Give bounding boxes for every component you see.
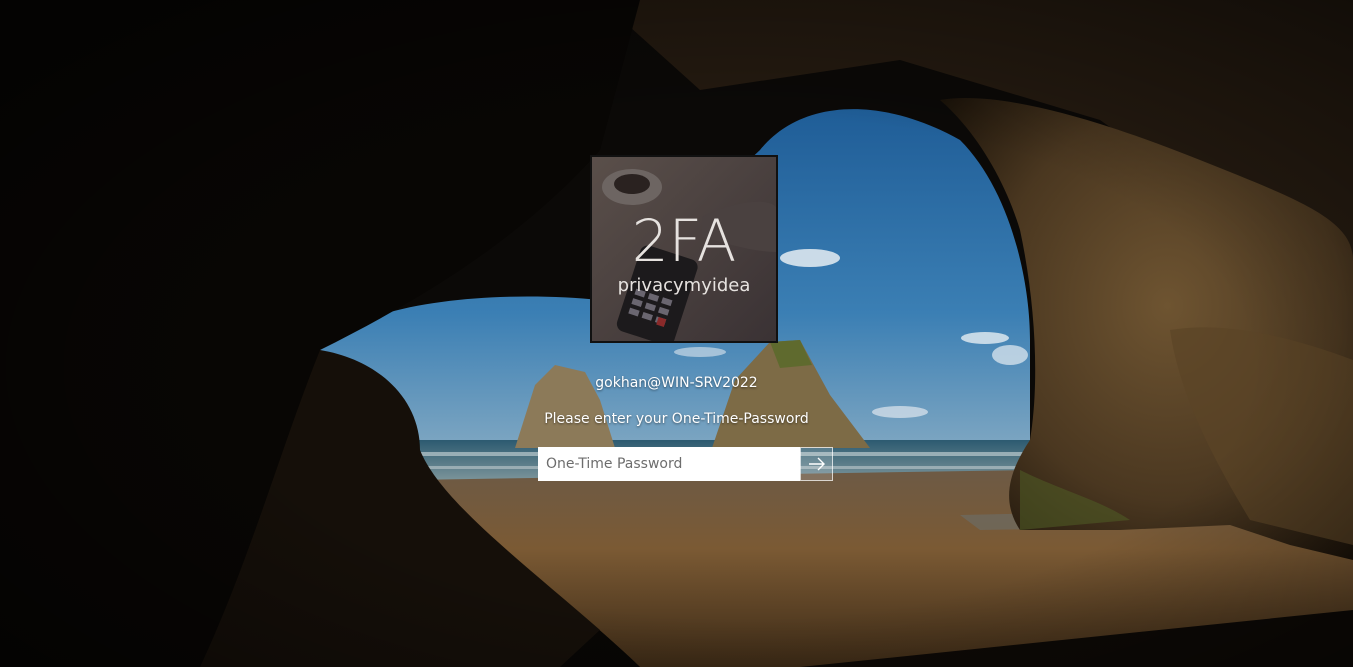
submit-button[interactable] <box>800 447 833 481</box>
privacyidea-logo: 2FA privacymyidea <box>592 157 776 341</box>
otp-form <box>538 447 833 481</box>
user-tile-image: 2FA privacymyidea <box>590 155 778 343</box>
lock-screen: 2FA privacymyidea gokhan@WIN-SRV2022 Ple… <box>0 0 1353 667</box>
arrow-right-icon <box>808 457 825 471</box>
logo-subtitle-text: privacymyidea <box>618 275 751 296</box>
logo-2fa-text: 2FA <box>632 207 737 275</box>
otp-prompt: Please enter your One-Time-Password <box>544 411 809 427</box>
otp-input[interactable] <box>538 447 800 481</box>
account-name: gokhan@WIN-SRV2022 <box>595 375 758 391</box>
